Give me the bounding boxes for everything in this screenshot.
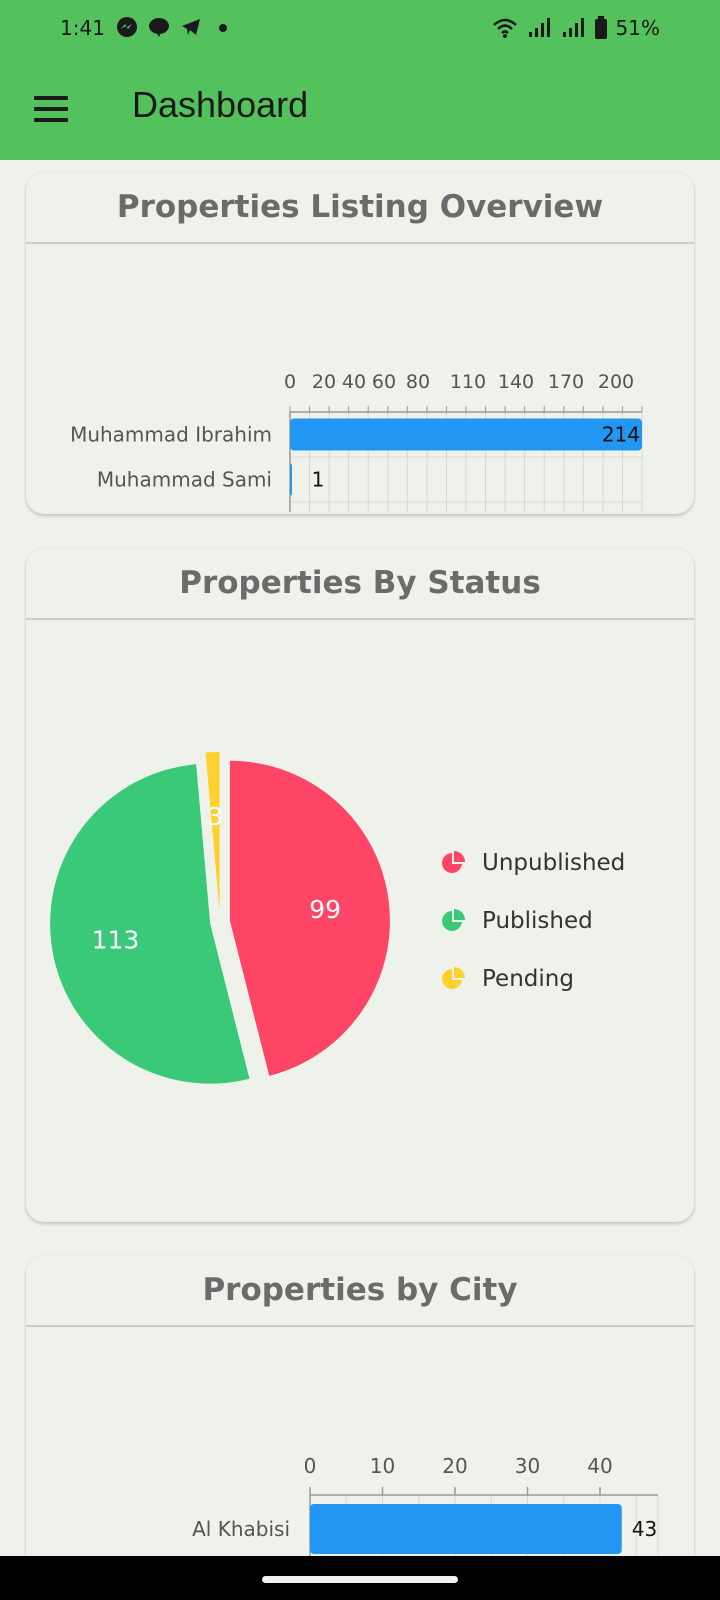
chat-icon: [149, 18, 169, 37]
wifi-icon: [492, 18, 517, 38]
x-tick-label: 60: [372, 371, 396, 393]
legend-item[interactable]: Published: [440, 892, 625, 950]
x-tick-label: 200: [598, 371, 634, 393]
legend-label: Unpublished: [482, 850, 626, 876]
data-label: 1: [312, 468, 325, 492]
pie-chart-icon: [442, 967, 465, 989]
hamburger-menu-icon[interactable]: [34, 96, 68, 122]
x-tick-label: 10: [370, 1454, 395, 1478]
battery-icon: [594, 16, 607, 39]
slice-value-label: 113: [92, 926, 140, 955]
pie-slice-pending: [205, 752, 220, 913]
card-header: Properties by City: [26, 1255, 694, 1327]
x-tick-label: 140: [498, 371, 534, 393]
system-icons: 51%: [492, 16, 660, 40]
x-tick-label: 110: [450, 371, 486, 393]
pie-chart-icon: [442, 909, 465, 931]
home-gesture-handle[interactable]: [262, 1576, 458, 1583]
x-tick-label: 20: [442, 1454, 467, 1478]
telegram-icon: [182, 19, 200, 35]
legend-label: Published: [482, 908, 593, 934]
page-title: Dashboard: [132, 84, 309, 125]
pie-legend: Unpublished Published Pending: [440, 834, 625, 1008]
category-label: Muhammad Ibrahim: [70, 423, 272, 447]
battery-level: 51%: [615, 16, 660, 40]
card-header: Properties Listing Overview: [26, 172, 694, 244]
category-label: Muhammad Sami: [97, 468, 272, 492]
navigation-bar: [0, 1556, 720, 1600]
card-header: Properties By Status: [26, 548, 694, 620]
legend-label: Pending: [482, 966, 574, 992]
slice-value-label: 99: [309, 895, 341, 924]
signal-icon: [562, 18, 584, 37]
pie-chart-icon: [442, 851, 465, 873]
x-tick-label: 170: [548, 371, 584, 393]
x-tick-label: 0: [304, 1454, 317, 1478]
card-title: Properties By Status: [179, 565, 541, 601]
status-time: 1:41: [60, 16, 105, 40]
x-tick-label: 30: [515, 1454, 540, 1478]
bar: [290, 418, 642, 451]
app-bar: Dashboard: [0, 58, 720, 160]
x-tick-label: 80: [406, 371, 430, 393]
notification-icons: [116, 16, 234, 38]
x-tick-label: 40: [342, 371, 366, 393]
data-label: 43: [632, 1517, 657, 1541]
listing-overview-card: Properties Listing Overview 0 20 40 60 80 110…: [26, 172, 694, 514]
data-label: 214: [602, 423, 640, 447]
status-bar: 1:41 51%: [0, 0, 720, 58]
status-card: Properties By Status 99 113 3 Unpublished P…: [26, 548, 694, 1222]
signal-icon: [528, 18, 550, 37]
x-tick-label: 0: [284, 371, 296, 393]
card-title: Properties Listing Overview: [116, 189, 604, 225]
category-label: Al Khabisi: [192, 1517, 290, 1541]
bar: [290, 463, 292, 496]
x-tick-label: 40: [587, 1454, 612, 1478]
messenger-icon: [117, 17, 137, 37]
slice-value-label: 3: [207, 802, 223, 831]
bar: [310, 1504, 622, 1554]
dot-icon: [219, 24, 227, 32]
listing-overview-chart: 0 20 40 60 80 110 140 170 200 Muhammad Ibrahim 214…: [70, 371, 643, 514]
card-title: Properties by City: [202, 1272, 518, 1308]
legend-item[interactable]: Unpublished: [440, 834, 625, 892]
legend-item[interactable]: Pending: [440, 950, 625, 1008]
x-tick-label: 20: [312, 371, 336, 393]
city-card: Properties by City 0 10 20 30 40 Al Khabisi 43…: [26, 1255, 694, 1600]
